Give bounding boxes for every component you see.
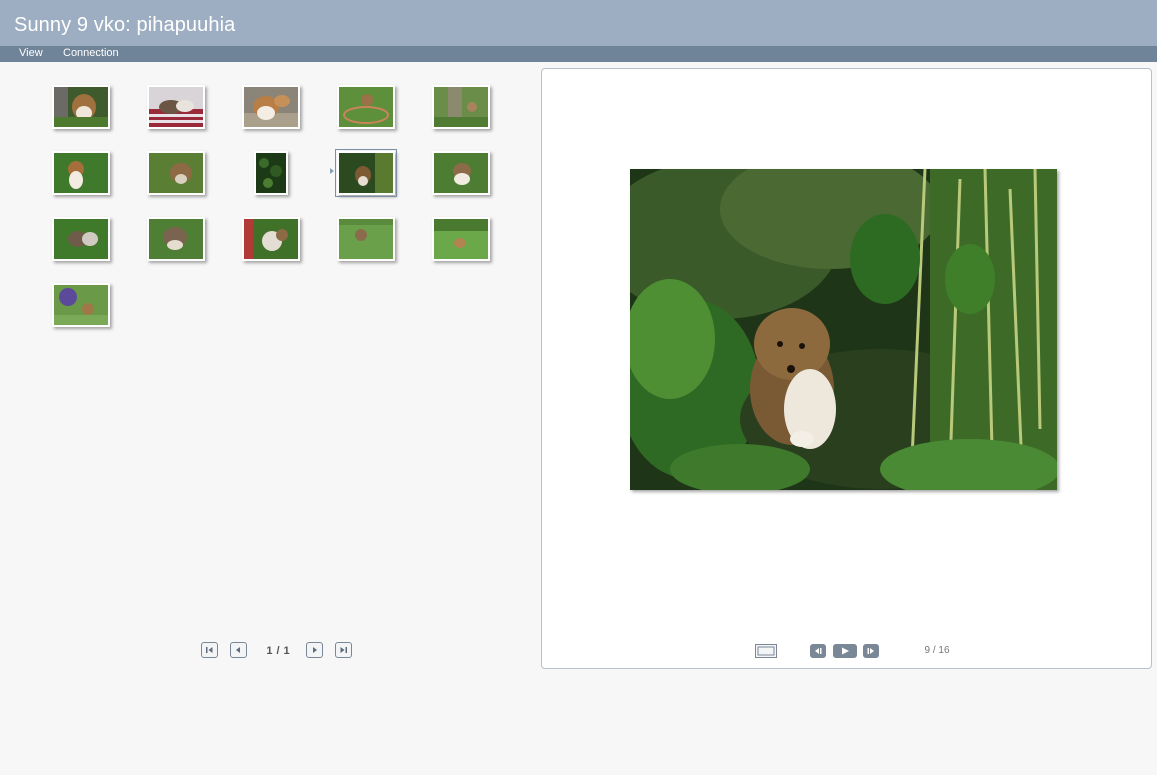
fullscreen-button[interactable] [755, 644, 777, 658]
image-counter: 9 / 16 [924, 645, 950, 656]
previous-page-icon [236, 647, 240, 653]
first-page-icon [206, 647, 213, 653]
thumbnail-14[interactable] [337, 217, 395, 261]
thumbnail-9[interactable] [335, 149, 397, 197]
thumbnail-1[interactable] [52, 85, 110, 129]
main-photo[interactable] [630, 169, 1057, 490]
next-image-icon [863, 644, 879, 658]
thumbnail-5[interactable] [432, 85, 490, 129]
current-page: 1 [266, 645, 273, 657]
previous-image-icon [810, 644, 826, 658]
fullscreen-icon [755, 644, 777, 658]
page-title: Sunny 9 vko: pihapuuhia [14, 14, 236, 36]
page-separator: / [276, 645, 280, 657]
next-page-icon [313, 647, 317, 653]
menu-view[interactable]: View [19, 47, 43, 59]
next-page-button[interactable] [306, 642, 323, 658]
page-indicator: 1/1 [258, 645, 298, 657]
thumbnail-7[interactable] [147, 151, 205, 195]
title-bar: Sunny 9 vko: pihapuuhia [0, 0, 1157, 46]
previous-page-button[interactable] [230, 642, 247, 658]
thumbnail-15[interactable] [432, 217, 490, 261]
last-page-button[interactable] [335, 642, 352, 658]
thumbnail-13[interactable] [242, 217, 300, 261]
thumbnail-4[interactable] [337, 85, 395, 129]
first-page-button[interactable] [201, 642, 218, 658]
thumbnail-10[interactable] [432, 151, 490, 195]
thumbnail-3[interactable] [242, 85, 300, 129]
thumbnail-6[interactable] [52, 151, 110, 195]
next-image-button[interactable] [863, 644, 879, 658]
last-page-icon [340, 647, 347, 653]
play-icon [833, 644, 857, 658]
thumbnail-11[interactable] [52, 217, 110, 261]
thumbnail-8[interactable] [254, 151, 288, 195]
menu-bar: View Connection [0, 46, 1157, 62]
previous-image-button[interactable] [810, 644, 826, 658]
play-button[interactable] [833, 644, 857, 658]
thumbnail-16[interactable] [52, 283, 110, 327]
total-pages: 1 [283, 645, 290, 657]
selection-marker [330, 168, 334, 174]
menu-connection[interactable]: Connection [63, 47, 119, 59]
thumbnail-2[interactable] [147, 85, 205, 129]
thumbnail-12[interactable] [147, 217, 205, 261]
